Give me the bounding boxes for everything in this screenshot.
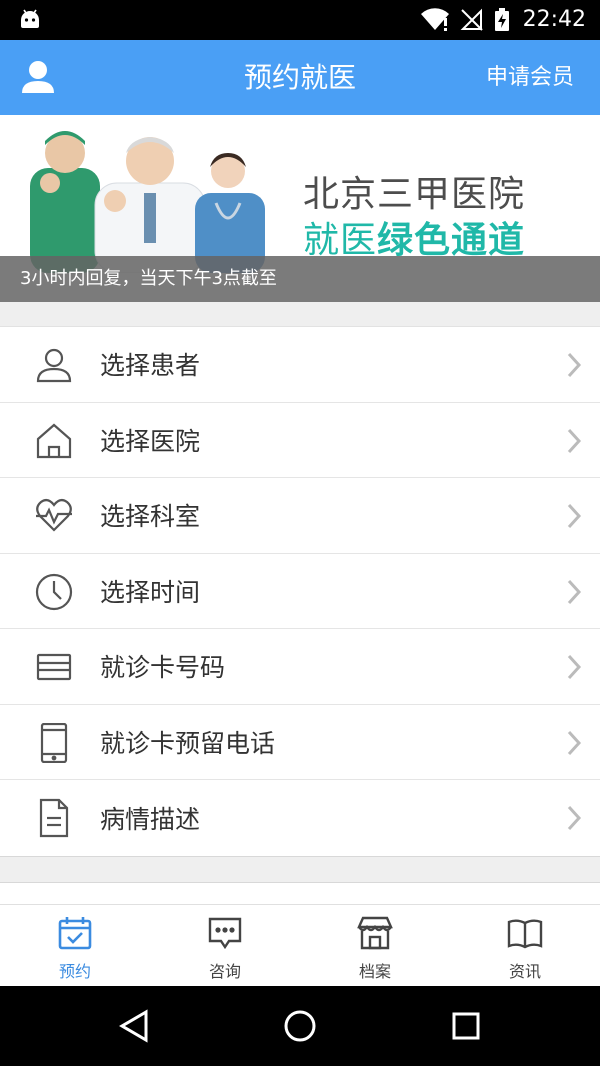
back-icon[interactable] xyxy=(116,1008,152,1044)
heartbeat-icon xyxy=(36,498,72,532)
tab-news[interactable]: 资讯 xyxy=(450,905,600,986)
no-signal-icon xyxy=(460,8,483,31)
clock-icon xyxy=(35,573,73,610)
tab-records[interactable]: 档案 xyxy=(300,905,450,986)
chevron-right-icon xyxy=(567,654,582,680)
second-list-peek xyxy=(0,882,600,904)
app-bar: 预约就医 申请会员 xyxy=(0,40,600,115)
select-hospital-row[interactable]: 选择医院 xyxy=(0,403,600,478)
tab-label: 预约 xyxy=(58,962,91,981)
card-phone-row[interactable]: 就诊卡预留电话 xyxy=(0,705,600,780)
banner-subheadline-a: 就医 xyxy=(303,220,378,261)
status-bar: 22:42 xyxy=(0,0,600,40)
row-label: 就诊卡号码 xyxy=(100,653,226,683)
row-label: 就诊卡预留电话 xyxy=(100,728,276,758)
home-icon xyxy=(36,423,72,458)
phone-icon xyxy=(40,722,68,763)
promo-banner[interactable]: 北京三甲医院 就医绿色通道 3小时内回复，当天下午3点截至 xyxy=(0,115,600,302)
row-label: 选择科室 xyxy=(100,502,201,532)
book-icon xyxy=(507,919,543,949)
select-time-row[interactable]: 选择时间 xyxy=(0,554,600,629)
clock-text: 22:42 xyxy=(522,7,586,32)
chat-icon xyxy=(208,917,242,950)
store-icon xyxy=(357,916,393,950)
select-department-row[interactable]: 选择科室 xyxy=(0,478,600,554)
apply-membership-button[interactable]: 申请会员 xyxy=(486,40,574,115)
tab-label: 咨询 xyxy=(208,962,241,981)
home-button-icon[interactable] xyxy=(282,1008,318,1044)
chevron-right-icon xyxy=(567,730,582,755)
wifi-icon xyxy=(421,8,449,31)
row-label: 病情描述 xyxy=(100,804,201,834)
row-label: 选择时间 xyxy=(100,577,201,607)
tab-label: 资讯 xyxy=(508,962,541,981)
card-number-row[interactable]: 就诊卡号码 xyxy=(0,629,600,705)
doctors-illustration xyxy=(30,131,265,273)
document-icon xyxy=(39,798,69,838)
select-patient-row[interactable]: 选择患者 xyxy=(0,327,600,403)
banner-headline: 北京三甲医院 xyxy=(303,174,526,215)
tab-label: 档案 xyxy=(358,962,391,981)
chevron-right-icon xyxy=(567,428,582,453)
tab-appointment[interactable]: 预约 xyxy=(0,905,150,986)
row-label: 选择医院 xyxy=(100,426,201,456)
battery-charging-icon xyxy=(495,8,509,31)
condition-description-row[interactable]: 病情描述 xyxy=(0,780,600,856)
banner-caption: 3小时内回复，当天下午3点截至 xyxy=(0,256,600,302)
tab-consult[interactable]: 咨询 xyxy=(150,905,300,986)
system-navigation-bar xyxy=(0,986,600,1066)
person-icon xyxy=(36,348,72,383)
row-label: 选择患者 xyxy=(100,351,201,381)
appointment-form-list: 选择患者 选择医院 选择科室 选择时间 就诊卡号码 就诊卡预留电话 病情描述 xyxy=(0,326,600,857)
chevron-right-icon xyxy=(567,352,582,378)
card-icon xyxy=(36,653,72,681)
chevron-right-icon xyxy=(567,805,582,831)
recents-icon[interactable] xyxy=(448,1008,484,1044)
chevron-right-icon xyxy=(567,579,582,604)
calendar-check-icon xyxy=(58,917,92,950)
bottom-tab-bar: 预约 咨询 档案 资讯 xyxy=(0,904,600,986)
chevron-right-icon xyxy=(567,503,582,529)
android-icon xyxy=(21,9,39,28)
banner-subheadline-b: 绿色通道 xyxy=(377,220,526,261)
